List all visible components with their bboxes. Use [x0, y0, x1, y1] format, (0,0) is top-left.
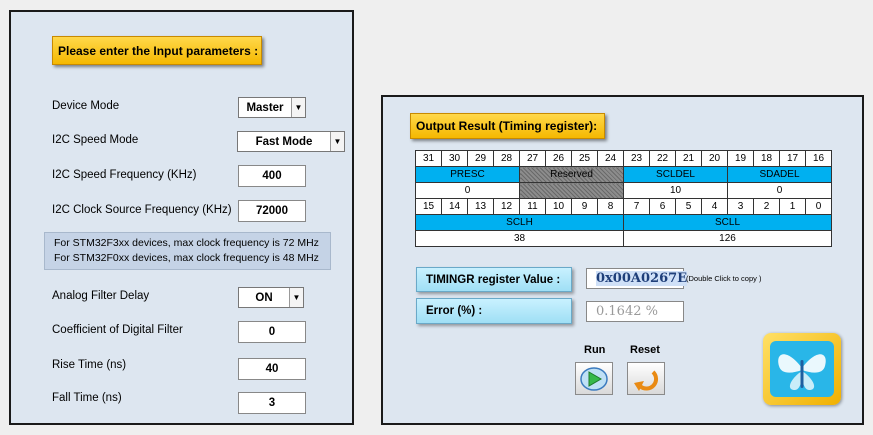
- fields-high-name-row: PRESC Reserved SCLDEL SDADEL: [415, 166, 832, 183]
- digital-filter-label: Coefficient of Digital Filter: [52, 324, 183, 336]
- bit-cell: 0: [805, 198, 832, 215]
- bit-cell: 6: [649, 198, 676, 215]
- scll-field-value: 126: [623, 230, 832, 247]
- info-line-f0: For STM32F0xx devices, max clock frequen…: [54, 252, 319, 264]
- speed-mode-label: I2C Speed Mode: [52, 134, 139, 146]
- fields-high-value-row: 0 10 0: [415, 182, 832, 199]
- sclh-field-value: 38: [415, 230, 624, 247]
- bit-cell: 31: [415, 150, 442, 167]
- timingr-label: TIMINGR register Value :: [416, 267, 572, 292]
- bit-cell: 25: [571, 150, 598, 167]
- presc-field-value: 0: [415, 182, 520, 199]
- bit-cell: 2: [753, 198, 780, 215]
- fields-low-value-row: 38 126: [415, 230, 832, 247]
- chevron-down-icon[interactable]: ▼: [289, 288, 303, 307]
- presc-field-name: PRESC: [415, 166, 520, 183]
- bit-cell: 17: [779, 150, 806, 167]
- error-value: 0.1642 %: [586, 301, 684, 322]
- speed-mode-select[interactable]: Fast Mode ▼: [237, 131, 345, 152]
- sdadel-field-name: SDADEL: [727, 166, 832, 183]
- bit-cell: 28: [493, 150, 520, 167]
- bit-cell: 23: [623, 150, 650, 167]
- device-mode-select[interactable]: Master ▼: [238, 97, 306, 118]
- bit-cell: 15: [415, 198, 442, 215]
- bits-low-row: 15 14 13 12 11 10 9 8 7 6 5 4 3 2 1 0: [415, 198, 832, 215]
- reset-label: Reset: [630, 344, 660, 356]
- bit-cell: 20: [701, 150, 728, 167]
- bit-cell: 8: [597, 198, 624, 215]
- bit-cell: 5: [675, 198, 702, 215]
- speed-mode-value: Fast Mode: [255, 135, 313, 148]
- bit-cell: 4: [701, 198, 728, 215]
- clock-source-input[interactable]: 72000: [238, 200, 306, 222]
- rise-time-input[interactable]: 40: [238, 358, 306, 380]
- scldel-field-value: 10: [623, 182, 728, 199]
- bit-cell: 24: [597, 150, 624, 167]
- bit-cell: 18: [753, 150, 780, 167]
- info-line-f3: For STM32F3xx devices, max clock frequen…: [54, 237, 319, 249]
- bit-cell: 13: [467, 198, 494, 215]
- timing-register-table: 31 30 29 28 27 26 25 24 23 22 21 20 19 1…: [415, 150, 832, 247]
- play-icon: [580, 366, 608, 391]
- fields-low-name-row: SCLH SCLL: [415, 214, 832, 231]
- bit-cell: 16: [805, 150, 832, 167]
- output-result-panel: Output Result (Timing register): 31 30 2…: [381, 95, 864, 425]
- bit-cell: 12: [493, 198, 520, 215]
- scll-field-name: SCLL: [623, 214, 832, 231]
- chevron-down-icon[interactable]: ▼: [291, 98, 305, 117]
- digital-filter-input[interactable]: 0: [238, 321, 306, 343]
- fall-time-input[interactable]: 3: [238, 392, 306, 414]
- reset-button[interactable]: [627, 362, 665, 395]
- bit-cell: 7: [623, 198, 650, 215]
- reserved-field-value: [519, 182, 624, 199]
- bit-cell: 21: [675, 150, 702, 167]
- bit-cell: 19: [727, 150, 754, 167]
- bit-cell: 14: [441, 198, 468, 215]
- analog-filter-select[interactable]: ON ▼: [238, 287, 304, 308]
- run-label: Run: [584, 344, 606, 356]
- speed-frequency-input[interactable]: 400: [238, 165, 306, 187]
- clock-info-note: For STM32F3xx devices, max clock frequen…: [44, 232, 331, 270]
- stm32-butterfly-logo-icon: [770, 341, 834, 397]
- bit-cell: 11: [519, 198, 546, 215]
- rise-time-label: Rise Time (ns): [52, 359, 127, 371]
- bit-cell: 3: [727, 198, 754, 215]
- input-parameters-title: Please enter the Input parameters :: [52, 36, 262, 65]
- timingr-value-field[interactable]: 0x00A0267E: [586, 268, 688, 289]
- sclh-field-name: SCLH: [415, 214, 624, 231]
- bit-cell: 30: [441, 150, 468, 167]
- bit-cell: 27: [519, 150, 546, 167]
- analog-filter-label: Analog Filter Delay: [52, 290, 150, 302]
- fall-time-label: Fall Time (ns): [52, 392, 122, 404]
- chevron-down-icon[interactable]: ▼: [330, 132, 344, 151]
- reserved-field-name: Reserved: [519, 166, 624, 183]
- bits-high-row: 31 30 29 28 27 26 25 24 23 22 21 20 19 1…: [415, 150, 832, 167]
- scldel-field-name: SCLDEL: [623, 166, 728, 183]
- analog-filter-value: ON: [255, 291, 273, 304]
- error-label: Error (%) :: [416, 298, 572, 324]
- input-parameters-panel: Please enter the Input parameters : Devi…: [9, 10, 354, 425]
- stm32-logo: [763, 333, 841, 405]
- device-mode-label: Device Mode: [52, 100, 120, 112]
- bit-cell: 10: [545, 198, 572, 215]
- copy-hint: (Double Click to copy ): [686, 274, 762, 283]
- bit-cell: 26: [545, 150, 572, 167]
- bit-cell: 29: [467, 150, 494, 167]
- timingr-value: 0x00A0267E: [596, 271, 688, 286]
- output-result-title: Output Result (Timing register):: [410, 113, 605, 139]
- clock-source-label: I2C Clock Source Frequency (KHz): [52, 204, 232, 216]
- bit-cell: 9: [571, 198, 598, 215]
- run-button[interactable]: [575, 362, 613, 395]
- bit-cell: 1: [779, 198, 806, 215]
- device-mode-value: Master: [246, 101, 284, 114]
- bit-cell: 22: [649, 150, 676, 167]
- speed-frequency-label: I2C Speed Frequency (KHz): [52, 169, 197, 181]
- undo-arrow-icon: [634, 370, 659, 391]
- sdadel-field-value: 0: [727, 182, 832, 199]
